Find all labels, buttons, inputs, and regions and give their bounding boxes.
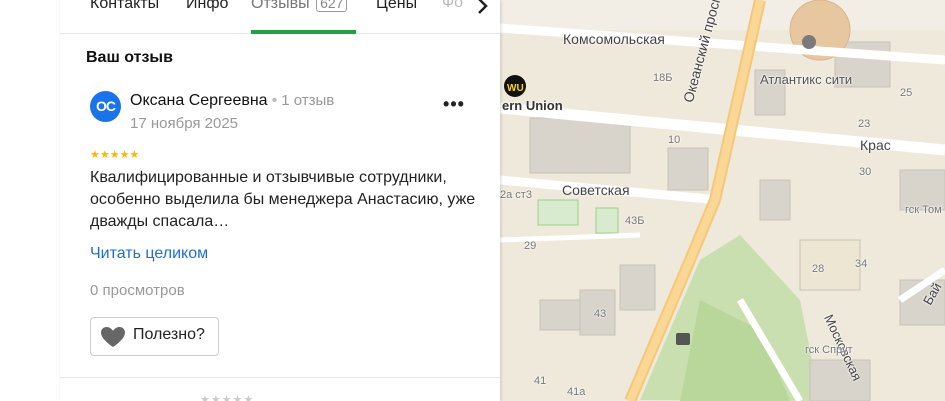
street-label: Советская [562,182,630,198]
author-line: Оксана Сергеевна • 1 отзыв [130,92,334,110]
review-text: Квалифицированные и отзывчивые сотрудник… [90,169,476,230]
next-review-stars: ★★★★★ [200,394,255,401]
author-name[interactable]: Оксана Сергеевна [130,92,268,109]
poi-label[interactable]: ern Union [502,98,563,113]
house-number: 41а [567,386,586,398]
views-count: 0 просмотров [90,282,185,299]
tabs-bar: Контакты Инфо Отзывы 627 Цены Фо [60,0,500,34]
house-number: 28 [812,263,825,275]
tab-reviews-label: Отзывы [251,0,310,12]
house-number: 30 [859,166,872,178]
tab-prices[interactable]: Цены [376,0,417,34]
poi-label[interactable]: Атлантикс сити [760,72,852,87]
avatar[interactable]: ОС [90,91,121,122]
house-number: 25 [900,87,913,99]
house-number: 23 [858,118,871,130]
more-dots-icon[interactable]: ••• [442,94,466,114]
house-number: 10 [668,134,681,146]
house-number: 41 [534,375,547,387]
svg-text:WU: WU [507,83,524,94]
house-number: 34 [855,258,868,270]
house-number: 18Б [653,72,673,84]
heart-icon [100,326,126,348]
street-label: Комсомольская [563,31,665,47]
street-label: Крас [860,137,891,153]
read-more-link[interactable]: Читать целиком [90,245,208,263]
tab-info[interactable]: Инфо [186,0,228,34]
org-card-panel: Контакты Инфо Отзывы 627 Цены Фо Ваш отз… [60,0,500,401]
poi-label[interactable]: гск Спрут [805,344,853,356]
author-reviews-count: 1 отзыв [281,92,335,109]
house-number: 43 [594,308,607,320]
tab-contacts[interactable]: Контакты [90,0,159,34]
house-number: 29 [524,240,537,252]
review-date: 17 ноября 2025 [130,115,239,132]
panel-left-gutter [0,0,60,401]
house-number: 43Б [625,215,645,227]
chevron-right-icon[interactable] [468,0,498,18]
tab-reviews[interactable]: Отзывы 627 [251,0,348,34]
useful-label: Полезно? [133,326,205,343]
separator-dot: • [271,92,278,109]
section-title: Ваш отзыв [86,49,173,66]
poi-label[interactable]: гск Том [905,204,942,216]
reviews-count-badge: 627 [316,0,348,12]
house-number: 2а ст3 [500,189,532,201]
rating-stars: ★★★★★ [90,149,140,161]
tab-photos[interactable]: Фо [442,0,463,12]
divider [60,377,500,378]
active-tab-indicator [251,30,356,34]
useful-button[interactable]: Полезно? [90,317,219,356]
